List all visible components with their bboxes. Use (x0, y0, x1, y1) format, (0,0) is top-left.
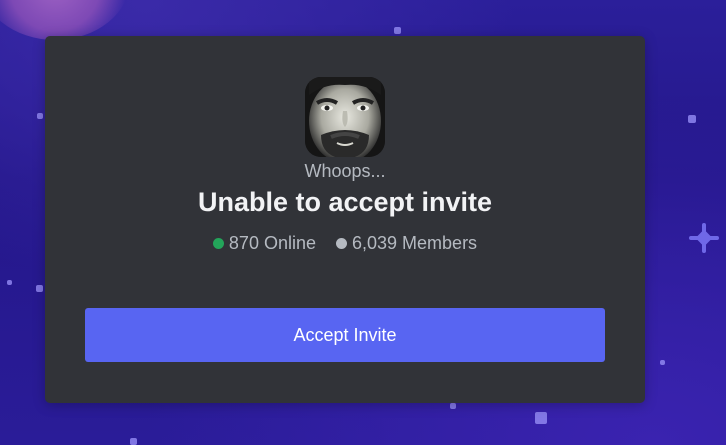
invite-card: Whoops... Unable to accept invite 870 On… (45, 36, 645, 403)
accept-invite-button[interactable]: Accept Invite (85, 308, 605, 362)
star-decoration (7, 280, 12, 285)
star-decoration (660, 360, 665, 365)
member-count: 6,039 Members (336, 233, 477, 254)
online-status-dot-icon (212, 238, 224, 249)
star-decoration (37, 113, 43, 119)
invite-subtitle: Whoops... (304, 161, 386, 181)
invite-title: Unable to accept invite (197, 187, 493, 217)
star-decoration (36, 285, 43, 292)
planet-decoration (0, 0, 130, 40)
server-avatar-icon (305, 77, 385, 157)
star-decoration (130, 438, 137, 445)
star-decoration (688, 115, 696, 123)
member-counts: 870 Online 6,039 Members (45, 233, 645, 254)
sparkle-decoration (688, 222, 720, 254)
star-decoration (535, 412, 547, 424)
online-count: 870 Online (212, 233, 316, 254)
star-decoration (394, 27, 401, 34)
star-decoration (450, 403, 456, 409)
member-status-dot-icon (336, 238, 347, 249)
member-count-label: 6,039 Members (352, 233, 478, 253)
online-count-label: 870 Online (228, 233, 316, 253)
